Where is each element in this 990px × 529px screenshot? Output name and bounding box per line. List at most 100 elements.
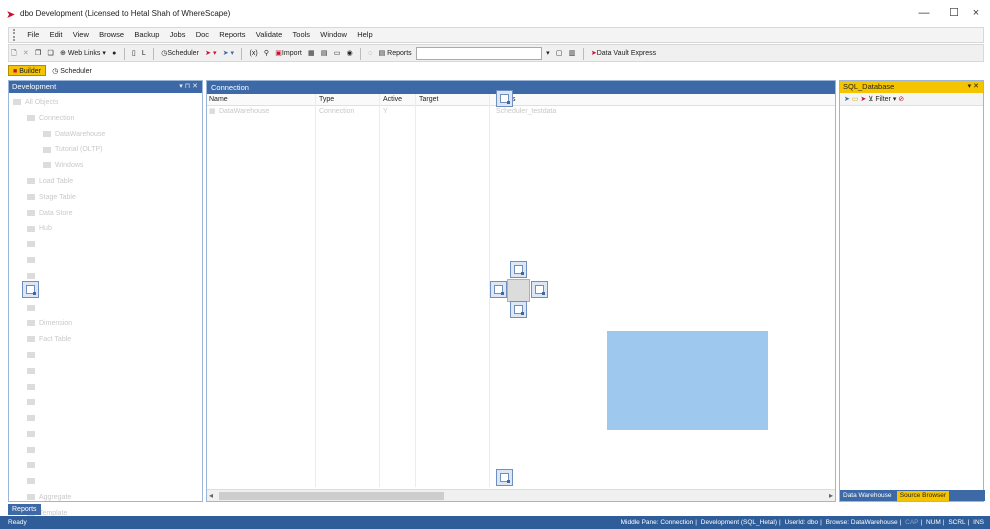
menu-edit[interactable]: Edit: [46, 28, 67, 42]
reports-combo[interactable]: [415, 47, 542, 60]
dock-left-icon[interactable]: [490, 281, 507, 298]
tab-scheduler[interactable]: ◷ Scheduler: [48, 66, 96, 77]
column-header-active[interactable]: Active: [383, 94, 402, 106]
red-arrow-icon[interactable]: ➤ ▾: [203, 47, 218, 60]
data-vault-label: Data Vault Express: [596, 50, 657, 57]
column-header-target[interactable]: Target: [419, 94, 438, 106]
tab-data-warehouse[interactable]: Data Warehouse: [840, 491, 895, 501]
tree-node[interactable]: All Objects: [13, 95, 202, 111]
refresh-icon[interactable]: ◌: [366, 47, 374, 60]
tree-node[interactable]: [13, 237, 202, 253]
menu-backup[interactable]: Backup: [130, 28, 163, 42]
status-user: UserId: dbo: [784, 519, 819, 526]
connect-icon[interactable]: ➤: [844, 96, 850, 103]
tree-node[interactable]: DataWarehouse: [13, 127, 202, 143]
rectangle-icon[interactable]: ▭: [332, 47, 343, 60]
page-icon[interactable]: ▯: [130, 47, 138, 60]
import-button[interactable]: ▣Import: [273, 47, 303, 60]
copy-icon[interactable]: ❐: [33, 47, 43, 60]
tree-node[interactable]: Aggregate: [13, 490, 202, 506]
new-icon[interactable]: 🗋: [9, 47, 19, 60]
variable-icon[interactable]: (x): [248, 47, 260, 60]
menu-doc[interactable]: Doc: [192, 28, 213, 42]
tree-node[interactable]: [13, 364, 202, 380]
dropdown-icon[interactable]: ▾: [544, 47, 552, 60]
clipboard-icon[interactable]: ❏: [46, 47, 56, 60]
tree-node[interactable]: [13, 379, 202, 395]
reports-tab[interactable]: Reports: [8, 504, 41, 515]
web-links-button[interactable]: ⊕ Web Links ▾: [58, 47, 108, 60]
close-button[interactable]: ×: [966, 5, 986, 21]
tree-node[interactable]: Dimension: [13, 316, 202, 332]
tree-node[interactable]: [13, 427, 202, 443]
tree-node[interactable]: [13, 411, 202, 427]
tree-node-icon: [27, 399, 35, 406]
horizontal-scrollbar[interactable]: ◂ ▸: [207, 489, 835, 501]
menu-view[interactable]: View: [69, 28, 93, 42]
dock-outer-left-icon[interactable]: [22, 281, 39, 298]
panels-icon[interactable]: ▥: [567, 47, 578, 60]
blue-arrow-icon[interactable]: ➤ ▾: [221, 47, 236, 60]
filter-button[interactable]: ⊻ Filter ▾: [868, 96, 896, 103]
dock-right-icon[interactable]: [531, 281, 548, 298]
tree-node[interactable]: Hub: [13, 221, 202, 237]
grid-icon[interactable]: ▦: [306, 47, 317, 60]
globe-icon: ⊕: [60, 50, 66, 57]
help-icon[interactable]: ●: [110, 47, 118, 60]
dock-top-icon[interactable]: [510, 261, 527, 278]
window-icon[interactable]: ▢: [554, 47, 565, 60]
menu-tools[interactable]: Tools: [289, 28, 315, 42]
dock-outer-bottom-icon[interactable]: [496, 469, 513, 486]
tree-node[interactable]: Stage Table: [13, 190, 202, 206]
disconnect-icon[interactable]: ➤: [860, 96, 866, 103]
tree-node[interactable]: Load Table: [13, 174, 202, 190]
dock-outer-top-icon[interactable]: [496, 90, 513, 107]
tree-node[interactable]: Tutorial (OLTP): [13, 142, 202, 158]
tree-node[interactable]: Windows: [13, 158, 202, 174]
maximize-button[interactable]: ☐: [944, 5, 964, 21]
reports-button[interactable]: ▤ Reports: [377, 47, 414, 60]
tree-node[interactable]: Data Store: [13, 206, 202, 222]
tree-node[interactable]: [13, 269, 202, 285]
layout-icon[interactable]: L: [140, 47, 148, 60]
record-icon[interactable]: ◉: [345, 47, 355, 60]
tree-node[interactable]: Fact Table: [13, 332, 202, 348]
delete-icon[interactable]: ✕: [21, 47, 31, 60]
tree-node[interactable]: Connection: [13, 111, 202, 127]
column-header-name[interactable]: Name: [209, 94, 228, 106]
tree-node[interactable]: [13, 348, 202, 364]
scheduler-button[interactable]: ◷Scheduler: [159, 47, 201, 60]
table-icon[interactable]: ▤: [319, 47, 330, 60]
tree-node-icon: [13, 99, 21, 106]
pane-controls[interactable]: ▾ ✕: [968, 81, 979, 93]
tree-node[interactable]: [13, 285, 202, 301]
scroll-right-icon[interactable]: ▸: [829, 491, 833, 500]
tab-source-browser[interactable]: Source Browser: [896, 491, 950, 501]
tree-node[interactable]: [13, 300, 202, 316]
tree-node[interactable]: [13, 253, 202, 269]
tab-builder[interactable]: ■ Builder: [8, 65, 46, 76]
menu-reports[interactable]: Reports: [215, 28, 249, 42]
scrollbar-thumb[interactable]: [219, 492, 444, 500]
clear-filter-icon[interactable]: ⊘: [898, 96, 904, 103]
menu-window[interactable]: Window: [316, 28, 351, 42]
menu-jobs[interactable]: Jobs: [166, 28, 190, 42]
tree-node[interactable]: [13, 474, 202, 490]
menu-browse[interactable]: Browse: [95, 28, 128, 42]
tree-node[interactable]: [13, 458, 202, 474]
tree-node[interactable]: [13, 395, 202, 411]
scroll-left-icon[interactable]: ◂: [209, 491, 213, 500]
column-header-type[interactable]: Type: [319, 94, 334, 106]
toolbar-grip[interactable]: [13, 29, 17, 41]
minimize-button[interactable]: —: [914, 5, 934, 21]
pane-controls[interactable]: ▾ ⊓ ✕: [179, 81, 198, 93]
folder-icon[interactable]: ▭: [852, 96, 859, 103]
menu-validate[interactable]: Validate: [252, 28, 287, 42]
data-vault-button[interactable]: ➤Data Vault Express: [589, 47, 658, 60]
dock-bottom-icon[interactable]: [510, 301, 527, 318]
menu-file[interactable]: File: [23, 28, 43, 42]
search-icon[interactable]: ⚲: [262, 47, 271, 60]
menu-help[interactable]: Help: [353, 28, 376, 42]
tree-node[interactable]: [13, 443, 202, 459]
table-row[interactable]: ▦ DataWarehouse Connection Y Scheduler_t…: [207, 106, 835, 117]
